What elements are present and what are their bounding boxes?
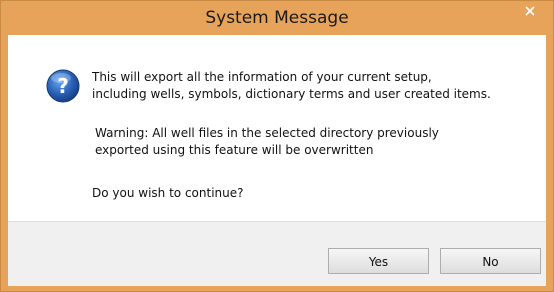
warning-line: Warning: All well files in the selected … [95, 126, 439, 140]
title-bar[interactable]: System Message [1, 1, 553, 35]
message-text: This will export all the information of … [92, 69, 491, 103]
message-line: including wells, symbols, dictionary ter… [92, 87, 491, 101]
close-button[interactable] [509, 1, 551, 21]
question-icon: ? [46, 69, 80, 103]
warning-line: exported using this feature will be over… [95, 143, 374, 157]
warning-text: Warning: All well files in the selected … [95, 125, 439, 159]
dialog-body: ? This will export all the information o… [8, 35, 546, 286]
button-bar: Yes No [8, 221, 546, 286]
yes-button[interactable]: Yes [328, 248, 429, 274]
no-button[interactable]: No [440, 248, 541, 274]
question-text: Do you wish to continue? [92, 186, 244, 200]
system-message-window: System Message ? This will export all th… [0, 0, 554, 292]
svg-text:?: ? [57, 74, 69, 98]
window-title: System Message [205, 8, 349, 28]
message-line: This will export all the information of … [92, 70, 432, 84]
close-icon [525, 6, 535, 16]
